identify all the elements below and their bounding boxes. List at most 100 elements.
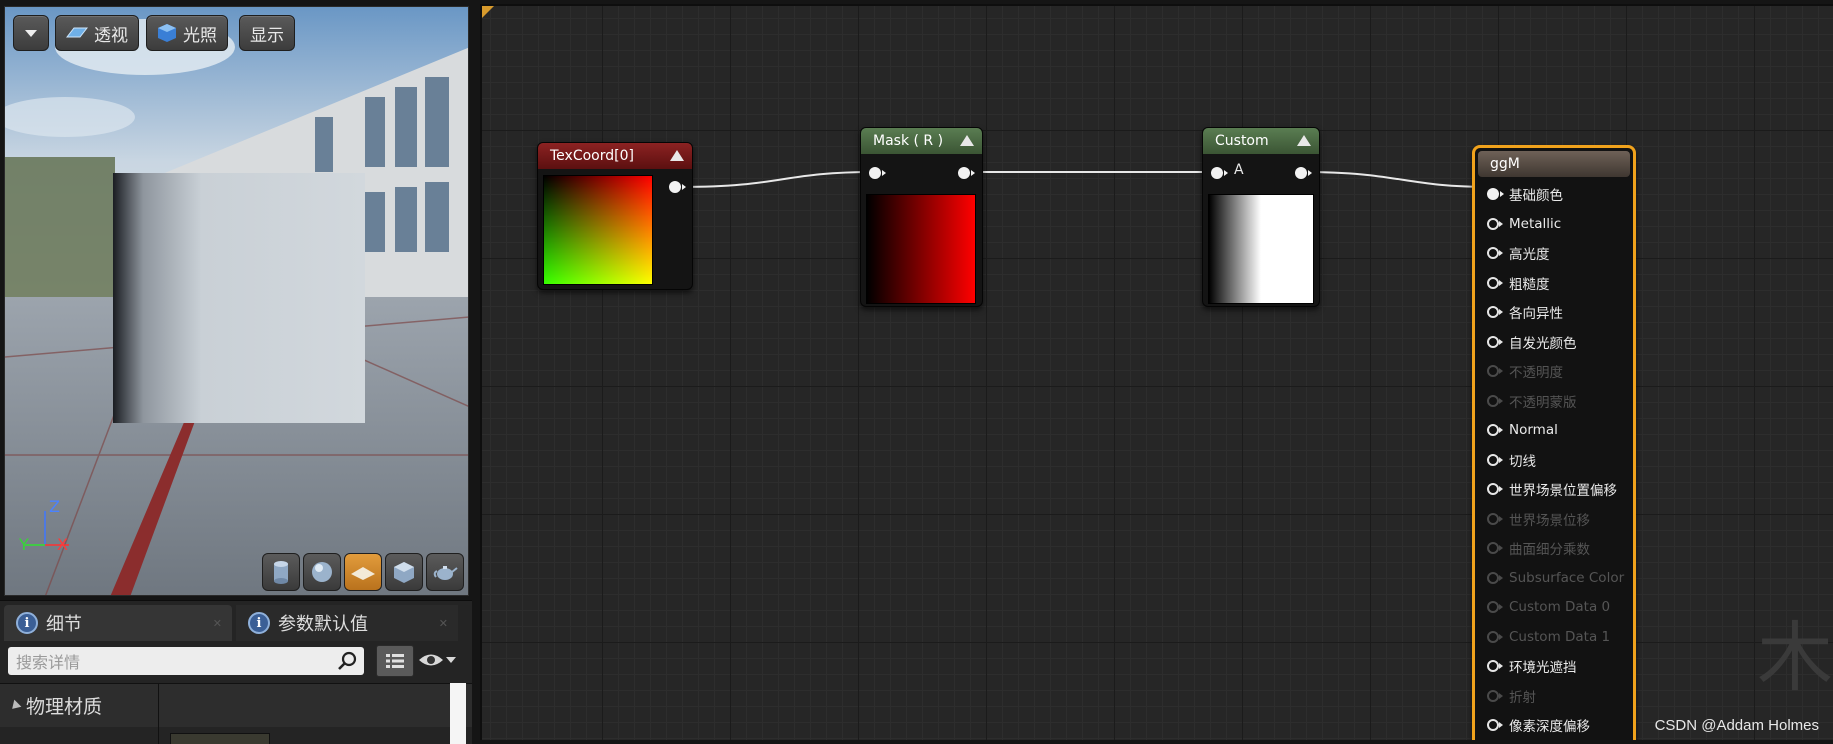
input-pin[interactable]	[1487, 306, 1503, 318]
collapse-preview-icon[interactable]	[960, 135, 974, 146]
wire-texcoord-to-mask	[680, 171, 875, 188]
physical-material-thumbnail[interactable]	[170, 733, 270, 744]
input-pin[interactable]	[1487, 335, 1503, 348]
close-icon[interactable]: ✕	[213, 617, 222, 630]
input-pin-label: 切线	[1509, 453, 1536, 470]
input-pin-label: Normal	[1509, 422, 1558, 438]
material-input-pin-row[interactable]: 世界场景位置偏移	[1487, 479, 1617, 499]
material-input-pin-row: 世界场景位移	[1487, 509, 1590, 529]
material-input-pin-row[interactable]: 像素深度偏移	[1487, 715, 1590, 735]
material-input-pin-row[interactable]: 高光度	[1487, 243, 1550, 263]
show-label: 显示	[250, 25, 284, 46]
perspective-button[interactable]: 透视	[55, 15, 139, 51]
input-pin	[1487, 630, 1503, 643]
node-mask[interactable]: Mask ( R )	[860, 127, 983, 307]
chevron-down-icon	[25, 29, 37, 37]
input-pin-label: 高光度	[1509, 247, 1550, 263]
tab-parameter-defaults[interactable]: i 参数默认值 ✕	[236, 605, 458, 641]
search-placeholder: 搜索详情	[16, 653, 81, 672]
node-texcoord-title: TexCoord[0]	[550, 148, 634, 164]
preview-cylinder-button[interactable]	[262, 553, 300, 591]
scrollbar[interactable]	[450, 683, 466, 744]
sphere-icon	[312, 562, 332, 582]
material-input-pin-row: 曲面细分乘数	[1487, 538, 1590, 558]
node-mask-title: Mask ( R )	[873, 133, 944, 149]
input-pin[interactable]	[1487, 483, 1503, 495]
input-pin[interactable]	[1487, 719, 1503, 731]
preview-plane-button[interactable]	[344, 553, 382, 591]
node-custom-title: Custom	[1215, 133, 1269, 149]
node-material-result-header[interactable]: ggM	[1478, 151, 1630, 177]
watermark: CSDN @Addam Holmes	[1654, 717, 1819, 734]
view-options-button[interactable]	[418, 651, 456, 669]
mask-output-pin[interactable]	[958, 167, 975, 179]
input-pin[interactable]	[1487, 660, 1503, 672]
input-pin[interactable]	[1487, 247, 1503, 259]
lighting-label: 光照	[183, 25, 217, 46]
input-pin[interactable]	[1487, 424, 1503, 436]
search-input[interactable]: 搜索详情	[8, 647, 364, 675]
input-pin-label: 曲面细分乘数	[1509, 542, 1590, 558]
node-custom[interactable]: Custom A	[1202, 127, 1320, 307]
mask-input-pin[interactable]	[869, 167, 886, 179]
plane-icon	[351, 567, 375, 580]
node-texcoord[interactable]: TexCoord[0]	[537, 142, 693, 290]
search-icon	[338, 651, 357, 670]
details-panel: i 细节 ✕ i 参数默认值 ✕ 搜索详情 物理材质	[0, 600, 472, 744]
material-editor: 透视 光照 显示 Z Y X i 细节 ✕ i 参数默认值 ✕ 搜索详情 物理材…	[0, 0, 1833, 744]
material-input-pin-row[interactable]: 环境光遮挡	[1487, 656, 1577, 676]
category-header[interactable]: 物理材质	[8, 692, 102, 719]
custom-input-pin-a[interactable]	[1211, 167, 1228, 179]
node-mask-header[interactable]: Mask ( R )	[861, 128, 982, 154]
axis-gizmo: Z Y X	[15, 497, 75, 557]
info-icon: i	[16, 612, 38, 634]
material-input-pin-row[interactable]: Metallic	[1487, 214, 1561, 234]
preview-cube-button[interactable]	[385, 553, 423, 591]
preview-viewport[interactable]: 透视 光照 显示 Z Y X	[4, 6, 469, 596]
input-pin[interactable]	[1487, 453, 1503, 466]
material-input-pin-row[interactable]: Normal	[1487, 420, 1558, 440]
material-input-pin-row[interactable]: 基础颜色	[1487, 184, 1563, 204]
custom-output-pin[interactable]	[1295, 167, 1312, 179]
node-material-result[interactable]: ggM 基础颜色 Metallic 高光度粗糙度各向异性自发光颜色不透明度不透明蒙版…	[1472, 145, 1636, 740]
input-pin-label: 不透明蒙版	[1509, 394, 1577, 411]
expand-triangle-icon	[8, 699, 22, 712]
show-button[interactable]: 显示	[239, 15, 295, 51]
material-input-pin-row[interactable]: 粗糙度	[1487, 273, 1550, 293]
preview-teapot-button[interactable]	[426, 553, 464, 591]
node-texcoord-header[interactable]: TexCoord[0]	[538, 143, 692, 169]
graph-corner-marker	[482, 6, 494, 18]
chevron-down-icon	[446, 657, 456, 663]
category-row[interactable]: 物理材质	[0, 683, 472, 727]
node-material-result-title: ggM	[1490, 156, 1520, 172]
input-pin[interactable]	[1487, 217, 1503, 230]
preview-sphere-button[interactable]	[303, 553, 341, 591]
input-pin	[1487, 571, 1503, 584]
collapse-preview-icon[interactable]	[1297, 135, 1311, 146]
tab-details[interactable]: i 细节 ✕	[4, 605, 232, 641]
input-pin-label: Custom Data 1	[1509, 628, 1611, 645]
texcoord-preview	[543, 175, 653, 285]
property-matrix-button[interactable]	[376, 645, 414, 677]
material-input-pin-row[interactable]: 各向异性	[1487, 302, 1563, 322]
input-pin-label: 基础颜色	[1509, 188, 1563, 204]
axis-x-label: X	[57, 535, 68, 554]
viewport-options-button[interactable]	[13, 15, 49, 51]
cube-icon	[394, 562, 414, 583]
material-input-pin-row: 不透明度	[1487, 361, 1563, 381]
node-custom-header[interactable]: Custom	[1203, 128, 1319, 154]
texcoord-output-pin[interactable]	[669, 181, 686, 193]
material-input-pin-row[interactable]: 自发光颜色	[1487, 332, 1577, 352]
input-pin[interactable]	[1487, 188, 1504, 200]
axis-z-label: Z	[49, 497, 60, 516]
input-pin[interactable]	[1487, 276, 1503, 289]
column-divider[interactable]	[158, 683, 159, 744]
close-icon[interactable]: ✕	[439, 617, 448, 630]
lighting-button[interactable]: 光照	[146, 15, 228, 51]
info-icon: i	[248, 612, 270, 634]
custom-preview	[1208, 194, 1314, 304]
input-pin	[1487, 601, 1503, 613]
collapse-preview-icon[interactable]	[670, 150, 684, 161]
material-input-pin-row[interactable]: 切线	[1487, 450, 1536, 470]
material-graph-canvas[interactable]: TexCoord[0] Mask ( R ) Custom A ggM 基础颜色…	[480, 4, 1833, 740]
